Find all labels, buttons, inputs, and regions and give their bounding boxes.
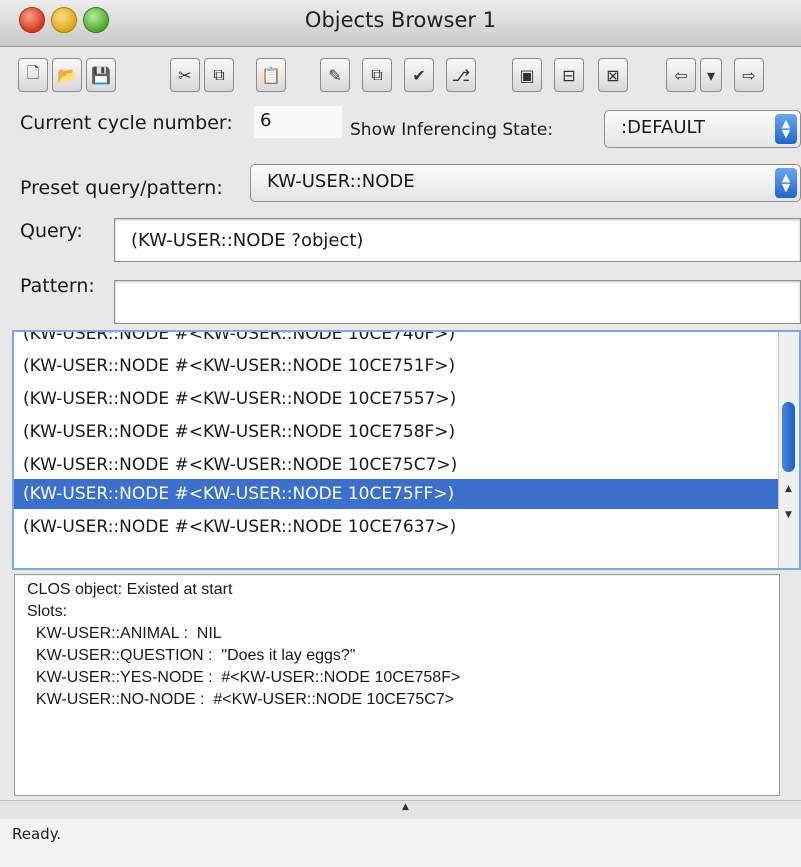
cycle-number-label: Current cycle number: xyxy=(20,112,233,134)
status-bar: Ready. xyxy=(0,819,801,867)
list-item[interactable]: (KW-USER::NODE #<KW-USER::NODE 10CE7557>… xyxy=(14,383,781,416)
scissors-icon: ✂ xyxy=(178,65,192,85)
query-label: Query: xyxy=(20,220,83,242)
split-view-icon: ⊟ xyxy=(562,65,576,85)
edit-button[interactable]: ✔ xyxy=(404,58,434,92)
status-text: Ready. xyxy=(12,825,62,843)
copy-button[interactable]: ⧉ xyxy=(204,58,234,92)
inspect-icon: ✎ xyxy=(328,65,342,85)
arrow-right-icon: ⇨ xyxy=(742,65,756,85)
scroll-up-icon[interactable]: ▲ xyxy=(782,482,795,496)
details-line: KW-USER::ANIMAL : NIL xyxy=(27,625,222,642)
history-button[interactable]: ▾ xyxy=(700,58,722,92)
open-folder-icon: 📂 xyxy=(57,65,77,85)
pattern-label: Pattern: xyxy=(20,275,95,297)
splitter-arrow-icon: ▲ xyxy=(402,802,409,812)
copy-icon: ⧉ xyxy=(213,65,225,84)
dropdown-arrow-icon: ▾ xyxy=(706,65,716,85)
new-doc-icon: 🗋 xyxy=(26,62,40,82)
select-arrows-icon: ▲ ▼ xyxy=(775,168,797,198)
tree-icon: ⎇ xyxy=(451,65,471,85)
preset-query-select[interactable]: KW-USER::NODE ▲ ▼ xyxy=(250,164,801,202)
preset-query-label: Preset query/pattern: xyxy=(20,177,223,199)
frame-icon: ⊠ xyxy=(606,65,620,85)
pattern-input[interactable] xyxy=(114,280,801,324)
object-details-panel: CLOS object: Existed at start Slots: KW-… xyxy=(14,574,780,796)
list-item-selected[interactable]: (KW-USER::NODE #<KW-USER::NODE 10CE75FF>… xyxy=(14,479,781,509)
open-folder-button[interactable]: 📂 xyxy=(52,58,82,92)
structure-button[interactable]: ⎇ xyxy=(446,58,476,92)
query-input[interactable]: (KW-USER::NODE ?object) xyxy=(114,218,801,262)
edit-icon: ✔ xyxy=(412,65,426,85)
view-three-button[interactable]: ⊠ xyxy=(598,58,628,92)
preset-query-value: KW-USER::NODE xyxy=(267,171,415,192)
new-document-button[interactable]: 🗋 xyxy=(18,58,48,92)
list-item[interactable]: (KW-USER::NODE #<KW-USER::NODE 10CE75C7>… xyxy=(14,449,781,482)
scrollbar-thumb[interactable] xyxy=(782,402,795,472)
floppy-disk-icon: 💾 xyxy=(91,65,111,85)
view-one-button[interactable]: ▣ xyxy=(512,58,542,92)
duplicate-icon: ⧉ xyxy=(371,65,383,84)
cycle-number-field[interactable]: 6 xyxy=(254,106,342,138)
inspect-button[interactable]: ✎ xyxy=(320,58,350,92)
cut-button[interactable]: ✂ xyxy=(170,58,200,92)
save-button[interactable]: 💾 xyxy=(86,58,116,92)
arrow-left-icon: ⇦ xyxy=(674,65,688,85)
list-item[interactable]: (KW-USER::NODE #<KW-USER::NODE 10CE740F>… xyxy=(14,332,781,351)
pane-splitter[interactable]: ▲ xyxy=(0,800,801,820)
inferencing-state-label: Show Inferencing State: xyxy=(350,120,554,140)
window-title: Objects Browser 1 xyxy=(304,8,497,32)
details-line: Slots: xyxy=(27,603,68,620)
title-bar[interactable]: Objects Browser 1 xyxy=(0,0,801,47)
scroll-down-icon[interactable]: ▼ xyxy=(782,508,795,522)
window-icon: ▣ xyxy=(519,65,535,85)
toolbar: 🗋 📂 💾 ✂ ⧉ 📋 ✎ ⧉ ✔ ⎇ ▣ ⊟ ⊠ ⇦ ▾ ⇨ xyxy=(0,46,801,98)
back-button[interactable]: ⇦ xyxy=(666,58,696,92)
details-line: CLOS object: Existed at start xyxy=(27,581,233,598)
forward-button[interactable]: ⇨ xyxy=(734,58,764,92)
paste-button[interactable]: 📋 xyxy=(256,58,286,92)
clipboard-icon: 📋 xyxy=(261,65,281,85)
details-line: KW-USER::NO-NODE : #<KW-USER::NODE 10CE7… xyxy=(27,691,455,708)
list-item[interactable]: (KW-USER::NODE #<KW-USER::NODE 10CE751F>… xyxy=(14,350,781,383)
inferencing-state-value: :DEFAULT xyxy=(621,117,706,138)
list-item[interactable]: (KW-USER::NODE #<KW-USER::NODE 10CE758F>… xyxy=(14,416,781,449)
list-item[interactable]: (KW-USER::NODE #<KW-USER::NODE 10CE7637>… xyxy=(14,511,781,544)
results-scrollbar[interactable]: ▲ ▼ xyxy=(778,332,799,568)
inferencing-state-select[interactable]: :DEFAULT ▲ ▼ xyxy=(604,110,801,148)
details-line: KW-USER::YES-NODE : #<KW-USER::NODE 10CE… xyxy=(27,669,461,686)
details-line: KW-USER::QUESTION : "Does it lay eggs?" xyxy=(27,647,356,664)
view-two-button[interactable]: ⊟ xyxy=(554,58,584,92)
select-arrows-icon: ▲ ▼ xyxy=(775,114,797,144)
duplicate-button[interactable]: ⧉ xyxy=(362,58,392,92)
results-list[interactable]: (KW-USER::NODE #<KW-USER::NODE 10CE740F>… xyxy=(12,330,801,570)
